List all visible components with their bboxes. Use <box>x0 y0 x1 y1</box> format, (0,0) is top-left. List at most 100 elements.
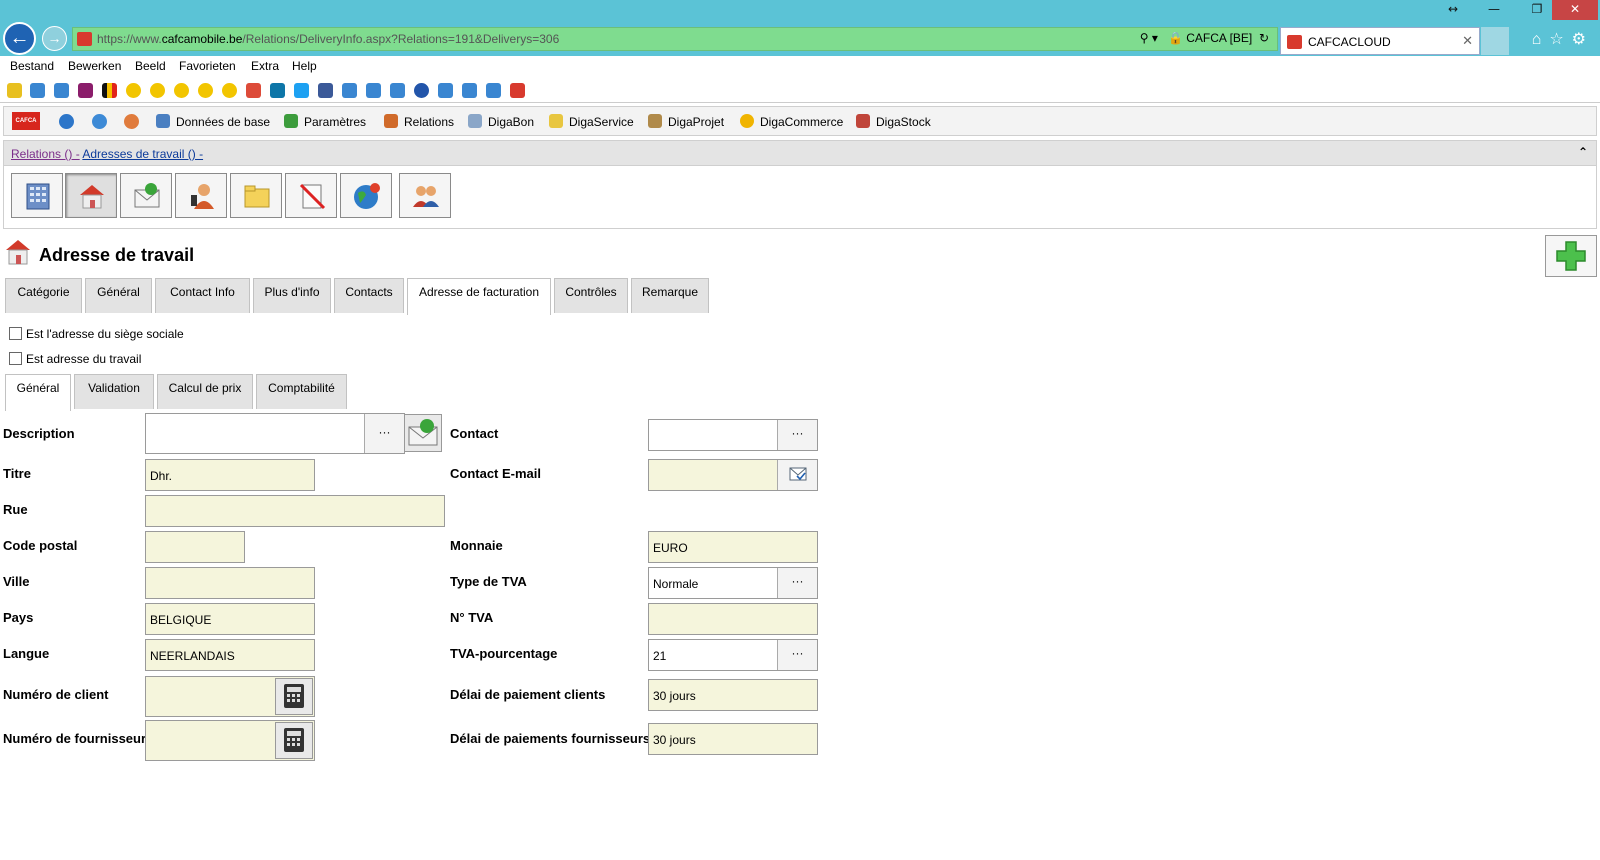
restore-button[interactable]: ❐ <box>1524 0 1550 20</box>
tab-controles[interactable]: Contrôles <box>554 278 628 313</box>
pays-field[interactable]: BELGIQUE <box>145 603 315 635</box>
no-documents-button[interactable] <box>285 173 337 218</box>
toolbar-digacommerce[interactable]: DigaCommerce <box>740 114 843 129</box>
yellow-link-icon[interactable] <box>198 83 213 98</box>
sync-icon[interactable] <box>92 114 107 129</box>
no-tva-field[interactable] <box>648 603 818 635</box>
subtab-general[interactable]: Général <box>5 374 71 411</box>
delai-clients-field[interactable]: 30 jours <box>648 679 818 711</box>
menu-bewerken[interactable]: Bewerken <box>68 59 121 73</box>
add-button[interactable] <box>1545 235 1597 277</box>
monnaie-field[interactable]: EURO <box>648 531 818 563</box>
work-address-button[interactable] <box>65 173 117 218</box>
delai-fournisseurs-field[interactable]: 30 jours <box>648 723 818 755</box>
toolbar-digaprojet[interactable]: DigaProjet <box>648 114 724 129</box>
menu-beeld[interactable]: Beeld <box>135 59 166 73</box>
numero-fournisseur-field[interactable] <box>145 720 315 761</box>
h-link-icon[interactable] <box>78 83 93 98</box>
forward-button[interactable]: → <box>42 26 67 51</box>
address-bar[interactable]: https://www.cafcamobile.be/Relations/Del… <box>72 27 1278 51</box>
toolbar-parametres[interactable]: Paramètres <box>284 114 366 129</box>
gear-icon[interactable]: ⚙ <box>1572 31 1594 48</box>
yellow-link-icon[interactable] <box>150 83 165 98</box>
yellow-link-icon[interactable] <box>222 83 237 98</box>
globe-button[interactable] <box>340 173 392 218</box>
close-tab-icon[interactable]: ✕ <box>1462 33 1473 49</box>
ie-link-icon[interactable] <box>390 83 405 98</box>
cafca-icon[interactable] <box>510 83 525 98</box>
titre-field[interactable]: Dhr. <box>145 459 315 491</box>
description-field[interactable]: ··· <box>145 413 405 454</box>
back-button[interactable]: ← <box>3 22 36 55</box>
mail-button[interactable] <box>120 173 172 218</box>
langue-field[interactable]: NEERLANDAIS <box>145 639 315 671</box>
tab-remarque[interactable]: Remarque <box>631 278 709 313</box>
menu-extra[interactable]: Extra <box>251 59 279 73</box>
tab-contacts[interactable]: Contacts <box>334 278 404 313</box>
toolbar-digaservice[interactable]: DigaService <box>549 114 634 129</box>
menu-help[interactable]: Help <box>292 59 317 73</box>
toolbar-digabon[interactable]: DigaBon <box>468 114 534 129</box>
relations-button[interactable] <box>399 173 451 218</box>
travail-checkbox[interactable] <box>9 352 22 365</box>
site-identity[interactable]: CAFCA [BE] <box>1186 31 1252 45</box>
breadcrumb-adresses-link[interactable]: Adresses de travail () - <box>82 147 203 161</box>
cafca-logo[interactable]: CAFCA <box>12 112 40 130</box>
toolbar-donnees-de-base[interactable]: Données de base <box>156 114 270 129</box>
menu-favorieten[interactable]: Favorieten <box>179 59 236 73</box>
search-icon[interactable]: ⚲ ▾ <box>1140 31 1158 45</box>
ie-link-icon[interactable] <box>54 83 69 98</box>
yellow-link-icon[interactable] <box>174 83 189 98</box>
lock-icon[interactable]: 🔒 <box>1168 31 1183 45</box>
home-icon[interactable]: ⌂ <box>1532 31 1550 48</box>
description-lookup-button[interactable]: ··· <box>364 414 404 453</box>
numero-client-calculator-button[interactable] <box>275 678 313 715</box>
browser-tab[interactable]: CAFCACLOUD ✕ <box>1280 27 1480 55</box>
contact-lookup-button[interactable]: ··· <box>777 420 817 450</box>
tab-adresse-de-facturation[interactable]: Adresse de facturation <box>407 278 551 315</box>
rue-field[interactable] <box>145 495 445 527</box>
ie-link-icon[interactable] <box>462 83 477 98</box>
favorites-star-icon[interactable] <box>7 83 22 98</box>
ie-link-icon[interactable] <box>486 83 501 98</box>
numero-client-field[interactable] <box>145 676 315 717</box>
tab-categorie[interactable]: Catégorie <box>5 278 82 313</box>
tab-general[interactable]: Général <box>85 278 152 313</box>
subtab-validation[interactable]: Validation <box>74 374 154 409</box>
user-icon[interactable] <box>124 114 139 129</box>
tab-plus-dinfo[interactable]: Plus d'info <box>253 278 331 313</box>
new-tab-button[interactable] <box>1481 27 1509 55</box>
contact-email-field[interactable] <box>648 459 818 491</box>
menu-bestand[interactable]: Bestand <box>10 59 54 73</box>
ie-link-icon[interactable] <box>342 83 357 98</box>
twitter-icon[interactable] <box>294 83 309 98</box>
building-button[interactable] <box>11 173 63 218</box>
numero-fournisseur-calculator-button[interactable] <box>275 722 313 759</box>
toolbar-digastock[interactable]: DigaStock <box>856 114 931 129</box>
minimize-button[interactable]: — <box>1481 0 1507 20</box>
subtab-comptabilite[interactable]: Comptabilité <box>256 374 347 409</box>
tva-pourcentage-field[interactable]: 21 ··· <box>648 639 818 671</box>
ie-link-icon[interactable] <box>366 83 381 98</box>
code-postal-field[interactable] <box>145 531 245 563</box>
refresh-icon[interactable]: ↻ <box>1259 31 1269 45</box>
folder-button[interactable] <box>230 173 282 218</box>
ie-link-icon[interactable] <box>438 83 453 98</box>
linkedin-icon[interactable] <box>270 83 285 98</box>
subtab-calcul-de-prix[interactable]: Calcul de prix <box>157 374 253 409</box>
favorites-star-icon[interactable]: ☆ <box>1549 31 1571 48</box>
globe-icon[interactable] <box>414 83 429 98</box>
close-window-button[interactable]: ✕ <box>1552 0 1598 20</box>
type-tva-lookup-button[interactable]: ··· <box>777 568 817 598</box>
contact-field[interactable]: ··· <box>648 419 818 451</box>
google-plus-icon[interactable] <box>246 83 261 98</box>
tva-pourcentage-lookup-button[interactable]: ··· <box>777 640 817 670</box>
description-mail-button[interactable] <box>404 414 442 452</box>
toolbar-relations[interactable]: Relations <box>384 114 454 129</box>
tab-contact-info[interactable]: Contact Info <box>155 278 250 313</box>
facebook-icon[interactable] <box>318 83 333 98</box>
breadcrumb-relations-link[interactable]: Relations () - <box>11 147 80 161</box>
siege-checkbox[interactable] <box>9 327 22 340</box>
contact-person-button[interactable] <box>175 173 227 218</box>
collapse-icon[interactable]: ⌃ <box>1578 145 1588 159</box>
